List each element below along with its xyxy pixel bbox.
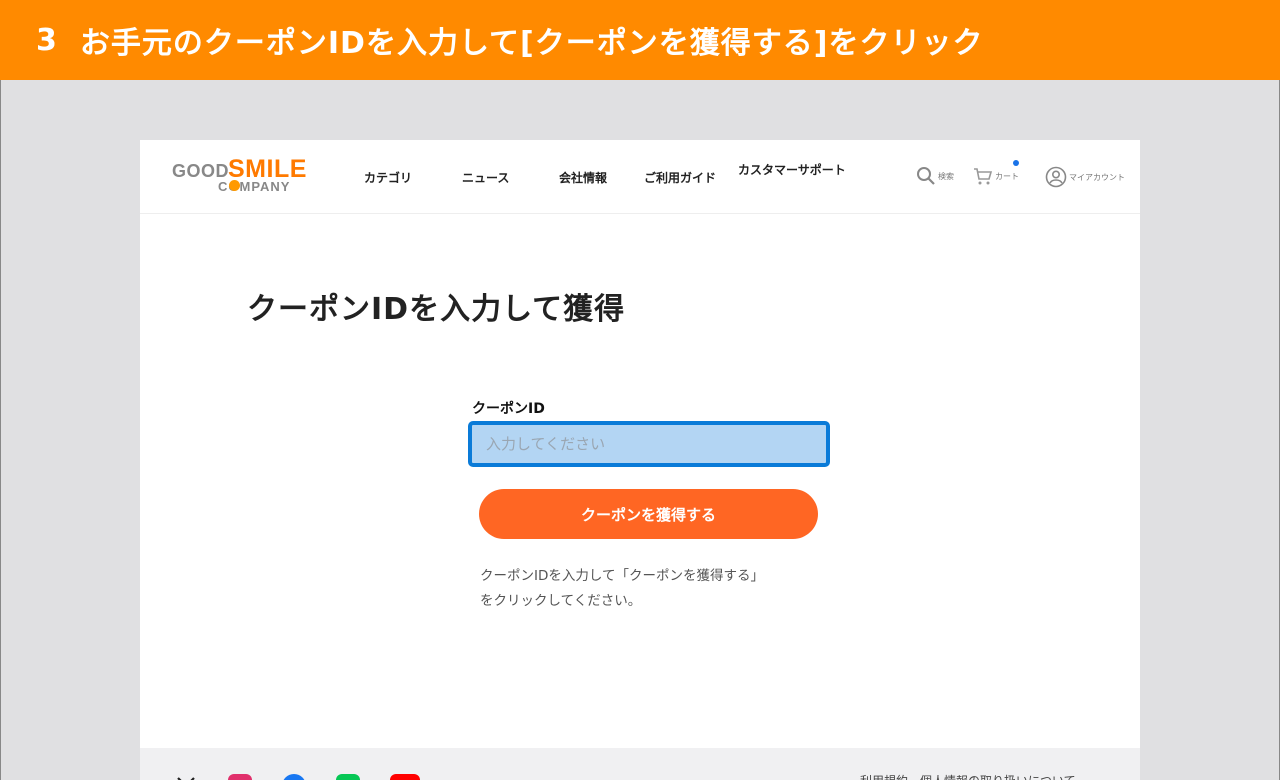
site-logo[interactable]: GOOD SMILE COMPANY xyxy=(172,155,306,196)
coupon-id-input-wrapper xyxy=(468,421,830,467)
line-icon[interactable] xyxy=(336,774,360,780)
site-header: GOOD SMILE COMPANY カテゴリ ニュース 会社情報 ご利用ガイド… xyxy=(140,140,1140,214)
cart-button[interactable]: カート xyxy=(973,166,1019,186)
coupon-id-input[interactable] xyxy=(472,425,826,463)
instagram-icon[interactable] xyxy=(228,774,252,780)
youtube-icon[interactable] xyxy=(390,774,420,780)
page-title: クーポンIDを入力して獲得 xyxy=(247,292,626,327)
search-button[interactable]: 検索 xyxy=(916,166,954,186)
cart-icon xyxy=(974,168,993,185)
step-instruction: お手元のクーポンIDを入力して[クーポンを獲得する]をクリック xyxy=(79,26,984,61)
account-button[interactable]: マイアカウント xyxy=(1045,166,1125,188)
step-number: 3 xyxy=(36,22,58,58)
footer-links[interactable]: 利用規約 個人情報の取り扱いについて xyxy=(860,772,1076,780)
coupon-id-label: クーポンID xyxy=(472,401,545,417)
nav-guide[interactable]: ご利用ガイド xyxy=(644,169,716,186)
browser-page: GOOD SMILE COMPANY カテゴリ ニュース 会社情報 ご利用ガイド… xyxy=(140,140,1140,780)
account-label: マイアカウント xyxy=(1069,172,1125,182)
x-icon[interactable] xyxy=(174,774,198,780)
nav-company-info[interactable]: 会社情報 xyxy=(559,169,607,186)
cart-label: カート xyxy=(995,171,1019,181)
help-text: クーポンIDを入力して「クーポンを獲得する」 をクリックしてください。 xyxy=(480,564,840,614)
facebook-icon[interactable] xyxy=(282,774,306,780)
search-icon xyxy=(917,167,935,185)
account-icon xyxy=(1045,166,1067,188)
help-line-1: クーポンIDを入力して「クーポンを獲得する」 xyxy=(480,568,764,584)
site-footer: 利用規約 個人情報の取り扱いについて xyxy=(140,748,1140,780)
nav-news[interactable]: ニュース xyxy=(462,169,509,186)
nav-category[interactable]: カテゴリ xyxy=(364,169,412,186)
help-line-2: をクリックしてください。 xyxy=(480,593,642,609)
smile-face-icon xyxy=(229,180,240,191)
get-coupon-button[interactable]: クーポンを獲得する xyxy=(479,489,818,539)
cart-badge xyxy=(1013,160,1019,166)
nav-customer-support[interactable]: カスタマーサポート xyxy=(738,164,848,176)
step-banner: 3 お手元のクーポンIDを入力して[クーポンを獲得する]をクリック xyxy=(0,0,1280,80)
search-label: 検索 xyxy=(938,171,954,181)
